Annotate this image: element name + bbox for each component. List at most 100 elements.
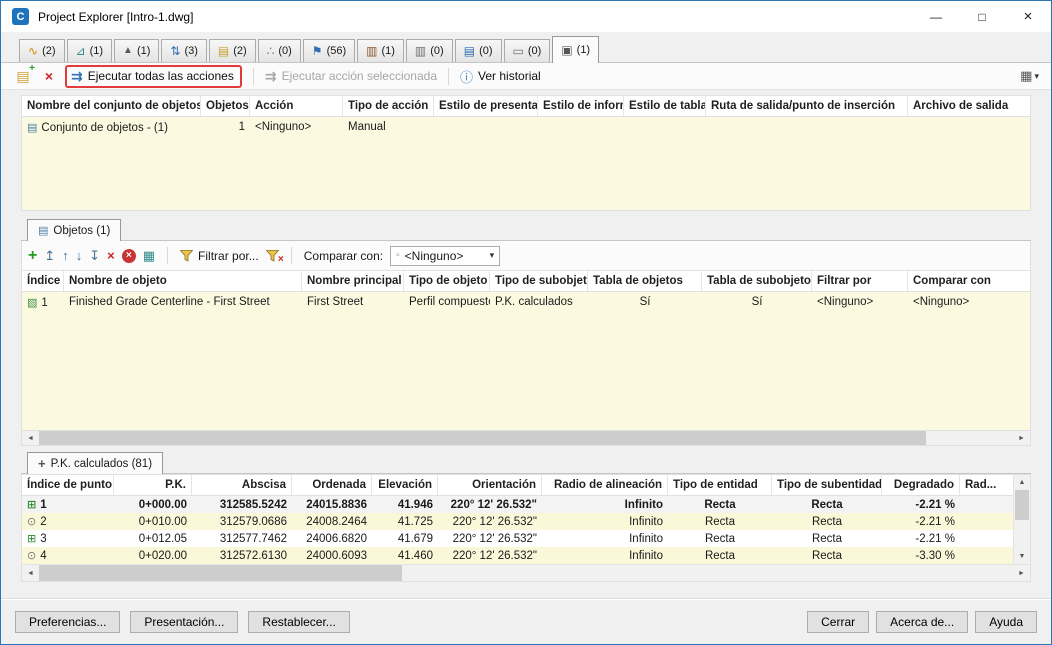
col-objects[interactable]: Objetos	[201, 96, 250, 116]
col-set-name[interactable]: Nombre del conjunto de objetos	[22, 96, 201, 116]
maximize-button[interactable]: □	[959, 1, 1005, 32]
reset-button[interactable]: Restablecer...	[248, 610, 350, 633]
scroll-right-icon[interactable]: ►	[1013, 565, 1030, 581]
scrollbar-thumb[interactable]	[39, 431, 927, 445]
tab-surfaces[interactable]: ▲ (1)	[114, 39, 160, 62]
station-row[interactable]: ⊞ 1 0+000.00 312585.5242 24015.8836 41.94…	[22, 496, 1013, 513]
col-output-file[interactable]: Archivo de salida	[908, 96, 1030, 116]
object-row[interactable]: ▧ 1 Finished Grade Centerline - First Str…	[22, 292, 1030, 312]
objects-empty-area	[21, 312, 1031, 431]
col-parent-name[interactable]: Nombre principal	[302, 271, 404, 291]
station-row[interactable]: ⊙ 4 0+020.00 312572.6130 24000.6093 41.46…	[22, 547, 1013, 564]
scrollbar-thumb[interactable]	[1015, 490, 1029, 520]
col-action[interactable]: Acción	[250, 96, 343, 116]
table-style-button[interactable]: ▦	[143, 249, 155, 262]
station-row[interactable]: ⊞ 3 0+012.05 312577.7462 24006.6820 41.67…	[22, 530, 1013, 547]
col-subentity-type[interactable]: Tipo de subentidad	[772, 475, 882, 495]
remove-all-objects-button[interactable]: ×	[121, 248, 136, 263]
tab-objects[interactable]: ▤ Objetos (1)	[27, 219, 122, 241]
clear-filter-button[interactable]: ×	[265, 249, 284, 265]
col-report-style[interactable]: Estilo de informe	[538, 96, 624, 116]
elevation-cell: 41.460	[397, 549, 433, 562]
col-station[interactable]: P.K.	[114, 475, 192, 495]
col-action-type[interactable]: Tipo de acción	[343, 96, 434, 116]
tab-computed-stations[interactable]: + P.K. calculados (81)	[27, 452, 164, 474]
col-filter-by[interactable]: Filtrar por	[812, 271, 908, 291]
col-alignment-radius[interactable]: Radio de alineación	[542, 475, 668, 495]
compare-with-cell: <Ninguno>	[913, 296, 970, 308]
move-down-button[interactable]: ↓	[76, 249, 83, 262]
add-object-button[interactable]: +	[28, 247, 37, 264]
about-button[interactable]: Acerca de...	[876, 610, 969, 633]
entity-type-cell: Recta	[704, 515, 736, 528]
execute-selected-action-button[interactable]: ⇉ Ejecutar acción seleccionada	[265, 68, 437, 85]
tab-points[interactable]: ∴ (0)	[257, 39, 301, 62]
tab-pipe-networks[interactable]: ▥ (1)	[357, 39, 404, 62]
minimize-button[interactable]: —	[913, 1, 959, 32]
move-top-button[interactable]: ↥	[44, 249, 55, 262]
help-button[interactable]: Ayuda	[975, 610, 1037, 633]
delete-action-set-button[interactable]: ×	[39, 66, 59, 86]
scroll-left-icon[interactable]: ◄	[22, 431, 39, 445]
col-entity-type[interactable]: Tipo de entidad	[668, 475, 772, 495]
tab-object-sets[interactable]: ▣ (1)	[552, 36, 600, 63]
col-object-type[interactable]: Tipo de objeto	[404, 271, 490, 291]
objects-horizontal-scrollbar[interactable]: ◄ ►	[21, 431, 1031, 446]
remove-object-button[interactable]: ×	[107, 249, 115, 262]
scroll-down-icon[interactable]: ▼	[1014, 549, 1030, 564]
col-bearing[interactable]: Orientación	[438, 475, 542, 495]
footer-right-buttons: Cerrar Acerca de... Ayuda	[807, 610, 1037, 633]
object-name-cell: Finished Grade Centerline - First Street	[69, 296, 270, 308]
tab-pressure-networks[interactable]: ▤ (0)	[454, 39, 502, 62]
execute-all-actions-button[interactable]: ⇉ Ejecutar todas las acciones	[71, 68, 234, 85]
scroll-up-icon[interactable]: ▲	[1014, 475, 1030, 490]
elevation-cell: 41.725	[397, 515, 433, 528]
tab-profiles[interactable]: ⊿ (1)	[66, 39, 113, 62]
scrollbar-track[interactable]	[926, 431, 1013, 445]
geometry-point-icon: ⊞	[27, 499, 37, 511]
scroll-right-icon[interactable]: ►	[1013, 431, 1030, 445]
col-index[interactable]: Índice	[22, 271, 64, 291]
move-bottom-button[interactable]: ↧	[89, 249, 100, 262]
col-presentation-style[interactable]: Estilo de presentación	[434, 96, 538, 116]
col-grade[interactable]: Degradado	[882, 475, 960, 495]
scrollbar-thumb[interactable]	[39, 565, 402, 581]
tab-corridors[interactable]: ▤ (2)	[208, 39, 256, 62]
col-object-name[interactable]: Nombre de objeto	[64, 271, 302, 291]
empty-cell	[960, 503, 1013, 507]
col-point-index[interactable]: Índice de punto	[22, 475, 114, 495]
col-table-style[interactable]: Estilo de tabla	[624, 96, 706, 116]
compare-with-dropdown[interactable]: ▫ <Ninguno> ▾	[390, 245, 501, 266]
stations-vertical-scrollbar[interactable]: ▲ ▼	[1013, 475, 1030, 564]
col-subobject-type[interactable]: Tipo de subobjeto	[490, 271, 588, 291]
col-truncated[interactable]: Rad...	[960, 475, 1013, 495]
col-compare-with[interactable]: Comparar con	[908, 271, 1030, 291]
close-dialog-button[interactable]: Cerrar	[807, 610, 870, 633]
new-action-set-button[interactable]: ▤ +	[13, 63, 35, 86]
col-object-table[interactable]: Tabla de objetos	[588, 271, 702, 291]
stations-horizontal-scrollbar[interactable]: ◄ ►	[22, 564, 1030, 581]
tab-alignments[interactable]: ∿ (2)	[19, 39, 65, 62]
layout-button[interactable]: Presentación...	[130, 610, 239, 633]
preferences-button[interactable]: Preferencias...	[15, 610, 121, 633]
compare-with-label: Comparar con:	[303, 248, 384, 263]
col-easting[interactable]: Abscisa	[192, 475, 292, 495]
tab-sample-lines[interactable]: ⇅ (3)	[161, 39, 207, 62]
column-options-button[interactable]: ▦ ▾	[1020, 68, 1039, 84]
move-up-button[interactable]: ↑	[62, 249, 69, 262]
col-output-path[interactable]: Ruta de salida/punto de inserción	[706, 96, 908, 116]
scrollbar-track[interactable]	[402, 565, 1013, 581]
station-row[interactable]: ⊙ 2 0+010.00 312579.0686 24008.2464 41.72…	[22, 513, 1013, 530]
tab-annotations[interactable]: ▭ (0)	[503, 39, 551, 62]
object-set-row[interactable]: ▤ Conjunto de objetos - (1) 1 <Ninguno> M…	[22, 117, 1030, 137]
col-elevation[interactable]: Elevación	[372, 475, 438, 495]
view-history-button[interactable]: ⓘ Ver historial	[460, 67, 541, 86]
filter-by-button[interactable]: Filtrar por...	[180, 249, 259, 263]
close-button[interactable]: ×	[1005, 1, 1051, 32]
col-northing[interactable]: Ordenada	[292, 475, 372, 495]
col-subobject-table[interactable]: Tabla de subobjetos	[702, 271, 812, 291]
tab-point-groups[interactable]: ⚑ (56)	[302, 39, 356, 62]
tab-structures[interactable]: ▥ (0)	[405, 39, 453, 62]
scrollbar-track[interactable]	[1014, 520, 1030, 549]
scroll-left-icon[interactable]: ◄	[22, 565, 39, 581]
